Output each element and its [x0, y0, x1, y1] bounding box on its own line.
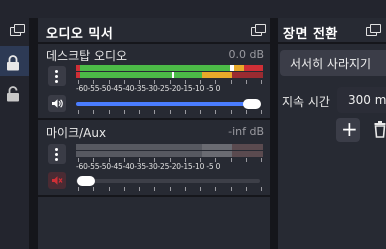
speaker-muted-icon: [52, 176, 63, 185]
tick-mark: [169, 187, 171, 191]
transition-mode: 서서히 사라지기: [290, 57, 372, 71]
channel-name: 마이크/Aux: [46, 126, 107, 140]
tick-mark: [200, 110, 201, 114]
tick-mark: [169, 110, 171, 114]
top-strip: [0, 0, 386, 18]
duration-value: 300 ms: [348, 93, 386, 107]
volume-meter: [76, 72, 263, 78]
tick-mark: [230, 110, 232, 114]
tick-mark: [139, 187, 140, 191]
tick-mark: [93, 110, 95, 114]
tick-mark: [261, 110, 262, 114]
tick-mark: [215, 187, 217, 191]
tick-mark: [108, 187, 110, 191]
mixer-title-divider: [38, 42, 270, 44]
mute-button[interactable]: [48, 172, 66, 189]
tick-mark: [108, 110, 110, 114]
tick-mark: [184, 110, 186, 114]
volume-meter: [76, 65, 263, 71]
tick-mark: [245, 80, 247, 84]
tick-mark: [154, 110, 156, 114]
tick-mark: [93, 187, 95, 191]
channel-menu-button[interactable]: [48, 66, 66, 86]
tick-mark: [78, 187, 79, 191]
channel-db: -inf dB: [228, 125, 264, 138]
mixer-title: 오디오 믹서: [46, 27, 114, 42]
duration-field[interactable]: 300 ms: [337, 87, 386, 113]
mixer-undock-icon[interactable]: [251, 24, 266, 36]
volume-slider-knob[interactable]: [77, 176, 95, 186]
tick-mark: [245, 187, 247, 191]
dock-separator: [270, 18, 278, 249]
tick-mark: [230, 80, 232, 84]
duration-label: 지속 시간: [282, 95, 330, 109]
channel-divider: [38, 118, 270, 120]
dock-separator: [29, 18, 38, 249]
volume-slider-knob[interactable]: [243, 99, 261, 109]
unlock-icon[interactable]: [6, 86, 20, 102]
add-transition-button[interactable]: +: [336, 117, 360, 142]
tick-mark: [184, 187, 186, 191]
channel-db: 0.0 dB: [228, 48, 264, 61]
tick-mark: [261, 158, 262, 162]
plus-icon: +: [341, 117, 358, 141]
lock-icon[interactable]: [6, 55, 20, 71]
speaker-icon: [52, 99, 63, 108]
transition-select[interactable]: 서서히 사라지기: [280, 50, 386, 76]
tick-mark: [261, 80, 262, 84]
db-scale: -60-55-50-45-40-35-30-25-20-15-10 -5 0: [76, 162, 221, 171]
mute-button[interactable]: [48, 95, 66, 112]
tick-mark: [139, 110, 140, 114]
undock-icon[interactable]: [10, 24, 25, 36]
channel-name: 데스크탑 오디오: [46, 49, 128, 63]
tick-mark: [261, 187, 262, 191]
tick-mark: [230, 187, 232, 191]
volume-meter: [76, 144, 263, 150]
channel-divider: [38, 195, 270, 197]
transitions-title-divider: [278, 42, 386, 44]
tick-mark: [215, 110, 217, 114]
slider-ticks: [76, 110, 263, 114]
volume-slider[interactable]: [76, 179, 260, 183]
tick-mark: [123, 110, 125, 114]
channel-menu-button[interactable]: [48, 144, 66, 164]
tick-mark: [78, 110, 79, 114]
slider-ticks: [76, 187, 263, 191]
volume-meter: [76, 151, 263, 157]
tick-mark: [245, 110, 247, 114]
volume-slider[interactable]: [76, 102, 260, 106]
tick-mark: [245, 158, 247, 162]
tick-mark: [230, 158, 232, 162]
transitions-undock-icon[interactable]: [366, 24, 381, 36]
transitions-title: 장면 전환: [283, 27, 338, 42]
trash-icon[interactable]: [374, 121, 386, 138]
tick-mark: [154, 187, 156, 191]
tick-mark: [200, 187, 201, 191]
tick-mark: [123, 187, 125, 191]
db-scale: -60-55-50-45-40-35-30-25-20-15-10 -5 0: [76, 84, 221, 93]
